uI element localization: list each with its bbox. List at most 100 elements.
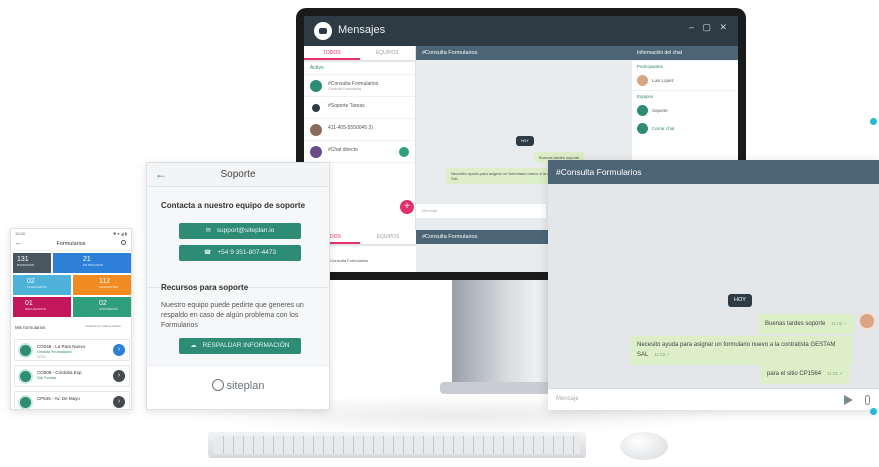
tile-value: 131 (17, 256, 29, 263)
send-icon[interactable] (844, 395, 853, 405)
list-item[interactable]: #Soporte Tareas (304, 97, 415, 119)
participants-label: Participantes (632, 60, 738, 72)
close-icon (637, 123, 648, 134)
attach-icon[interactable] (865, 395, 870, 405)
chat-bubble-icon (314, 22, 332, 40)
tile-value: 01 (25, 300, 33, 307)
form-subtitle: Checklist Pre-instalación (37, 350, 72, 354)
phone-icon: ☎ (203, 250, 212, 256)
chat-header: #Consulta Formularios (548, 160, 879, 184)
avatar (310, 124, 322, 136)
desktop-tabs: TODOS EQUIPOS (304, 46, 415, 62)
tile-value: 02 (27, 278, 35, 285)
resources-text: Nuestro equipo puede pedirte que generes… (161, 302, 304, 329)
tile-label: PENDIENTES (99, 285, 119, 289)
search-icon[interactable] (121, 240, 126, 245)
new-chat-button[interactable]: + (400, 200, 414, 214)
list-item[interactable]: 411-405-5550045 3) (304, 119, 415, 141)
app-title: Mensajes (338, 24, 386, 36)
accent-dot (870, 408, 877, 415)
keyboard-keys (214, 436, 580, 454)
window-controls[interactable]: – ▢ ✕ (689, 22, 730, 33)
message-time: 11:02 ✓ (831, 321, 848, 326)
resources-heading: Recursos para soporte (161, 283, 249, 292)
form-id: 12701 (37, 355, 46, 359)
chat-name: #Soporte Tareas (328, 103, 365, 109)
support-footer: siteplan (147, 365, 329, 409)
cloud-upload-icon: ☁ (190, 343, 197, 349)
active-filter[interactable]: Activo (304, 62, 415, 75)
list-item[interactable]: CO246 - La Para Nuevo Checklist Pre-inst… (14, 339, 130, 361)
status-tile[interactable]: 02 APROBADOS (73, 297, 131, 317)
chat-messages: HOY Buenas tardes soporte 11:02 ✓ Necesit… (548, 184, 879, 388)
arrow-right-icon[interactable]: › (113, 396, 125, 408)
status-icons: ✱ ▾ ◢ ▮ (113, 231, 127, 236)
list-item[interactable]: #Chat directo (304, 141, 415, 163)
status-bar: 10:00 ✱ ▾ ◢ ▮ (11, 229, 131, 237)
my-forms-header: Mis formularios Ordenar por última edici… (11, 321, 131, 335)
tab-equipos[interactable]: EQUIPOS (360, 46, 416, 60)
team-name: Soporte (652, 108, 668, 113)
siteplan-logo: siteplan (147, 379, 329, 392)
phone-button[interactable]: ☎ +54 9 351-807-4473 (179, 245, 301, 261)
participant-row[interactable]: Luis Lopez (632, 72, 738, 90)
chat-window: #Consulta Formularios HOY Buenas tardes … (548, 160, 879, 410)
tab-equipos[interactable]: EQUIPOS (360, 230, 416, 244)
app-titlebar: Mensajes – ▢ ✕ (304, 16, 738, 46)
phone-screen: 10:00 ✱ ▾ ◢ ▮ ← Formularios 131 BORRADOR … (10, 228, 132, 410)
chat-subtitle: Consulta Formularios (328, 87, 362, 91)
avatar (310, 146, 322, 158)
form-icon (18, 369, 33, 384)
list-item[interactable]: CP545 - Av. De Mayo › (14, 391, 130, 409)
status-tile[interactable]: 21 EN PROCESO (53, 253, 131, 273)
list-item[interactable]: #Consulta Formularios Consulta Formulari… (304, 75, 415, 97)
message-time: 11:02 ✓ (654, 352, 671, 357)
siteplan-logo-icon (211, 379, 224, 391)
arrow-right-icon[interactable]: › (113, 370, 125, 382)
list-item[interactable]: CO008 - Córdoba Exp Sitio Pruebas › (14, 365, 130, 387)
arrow-right-icon[interactable]: › (113, 344, 125, 356)
close-chat-label: Cerrar chat (652, 126, 675, 131)
status-tile[interactable]: 01 RECHAZADOS (13, 297, 71, 317)
email-button[interactable]: ✉ support@siteplan.io (179, 223, 301, 239)
avatar (637, 75, 648, 86)
group-avatar (310, 80, 322, 92)
accent-dot (870, 118, 877, 125)
backup-button[interactable]: ☁ RESPALDAR INFORMACIÓN (179, 338, 301, 354)
tile-label: EN PROCESO (83, 263, 104, 267)
status-tile[interactable]: 131 BORRADOR (13, 253, 51, 273)
support-header: ← Soporte (147, 163, 329, 187)
status-time: 10:00 (15, 231, 26, 236)
tile-label: APROBADOS (99, 307, 119, 311)
form-icon (18, 343, 33, 358)
close-chat-button[interactable]: Cerrar chat (632, 120, 738, 138)
tile-value: 112 (99, 278, 111, 285)
mouse (620, 432, 668, 460)
contact-heading: Contacta a nuestro equipo de soporte (161, 201, 306, 210)
avatar (858, 312, 876, 330)
status-tile[interactable]: 112 PENDIENTES (73, 275, 131, 295)
day-separator: HOY (516, 136, 534, 146)
sort-label[interactable]: Ordenar por última edición (85, 324, 121, 328)
logo-text: siteplan (226, 380, 265, 392)
group-avatar (312, 104, 320, 112)
status-tile[interactable]: 02 FINALIZADOS (13, 275, 71, 295)
team-row[interactable]: Soporte (632, 102, 738, 120)
phone-label: +54 9 351-807-4473 (217, 249, 277, 256)
tile-label: FINALIZADOS (27, 285, 47, 289)
tile-label: RECHAZADOS (25, 307, 46, 311)
day-separator: HOY (728, 294, 752, 307)
mail-icon: ✉ (205, 228, 211, 234)
message-bubble: para el sitio CP1564 11:02 ✓ (760, 364, 850, 384)
message-input-placeholder: Mensaje (556, 396, 579, 402)
tab-todos[interactable]: TODOS (304, 46, 360, 60)
phone-title: Formularios (56, 241, 86, 247)
form-name: CO246 - La Para Nuevo (37, 344, 86, 349)
support-card: ← Soporte Contacta a nuestro equipo de s… (146, 162, 330, 410)
form-name: CP545 - Av. De Mayo (37, 396, 80, 401)
desktop-message-input[interactable]: Mensaje (416, 204, 546, 218)
message-input[interactable]: Mensaje (548, 388, 879, 410)
email-label: support@siteplan.io (216, 227, 275, 234)
tile-label: BORRADOR (17, 263, 35, 267)
phone-appbar: ← Formularios (11, 237, 131, 251)
